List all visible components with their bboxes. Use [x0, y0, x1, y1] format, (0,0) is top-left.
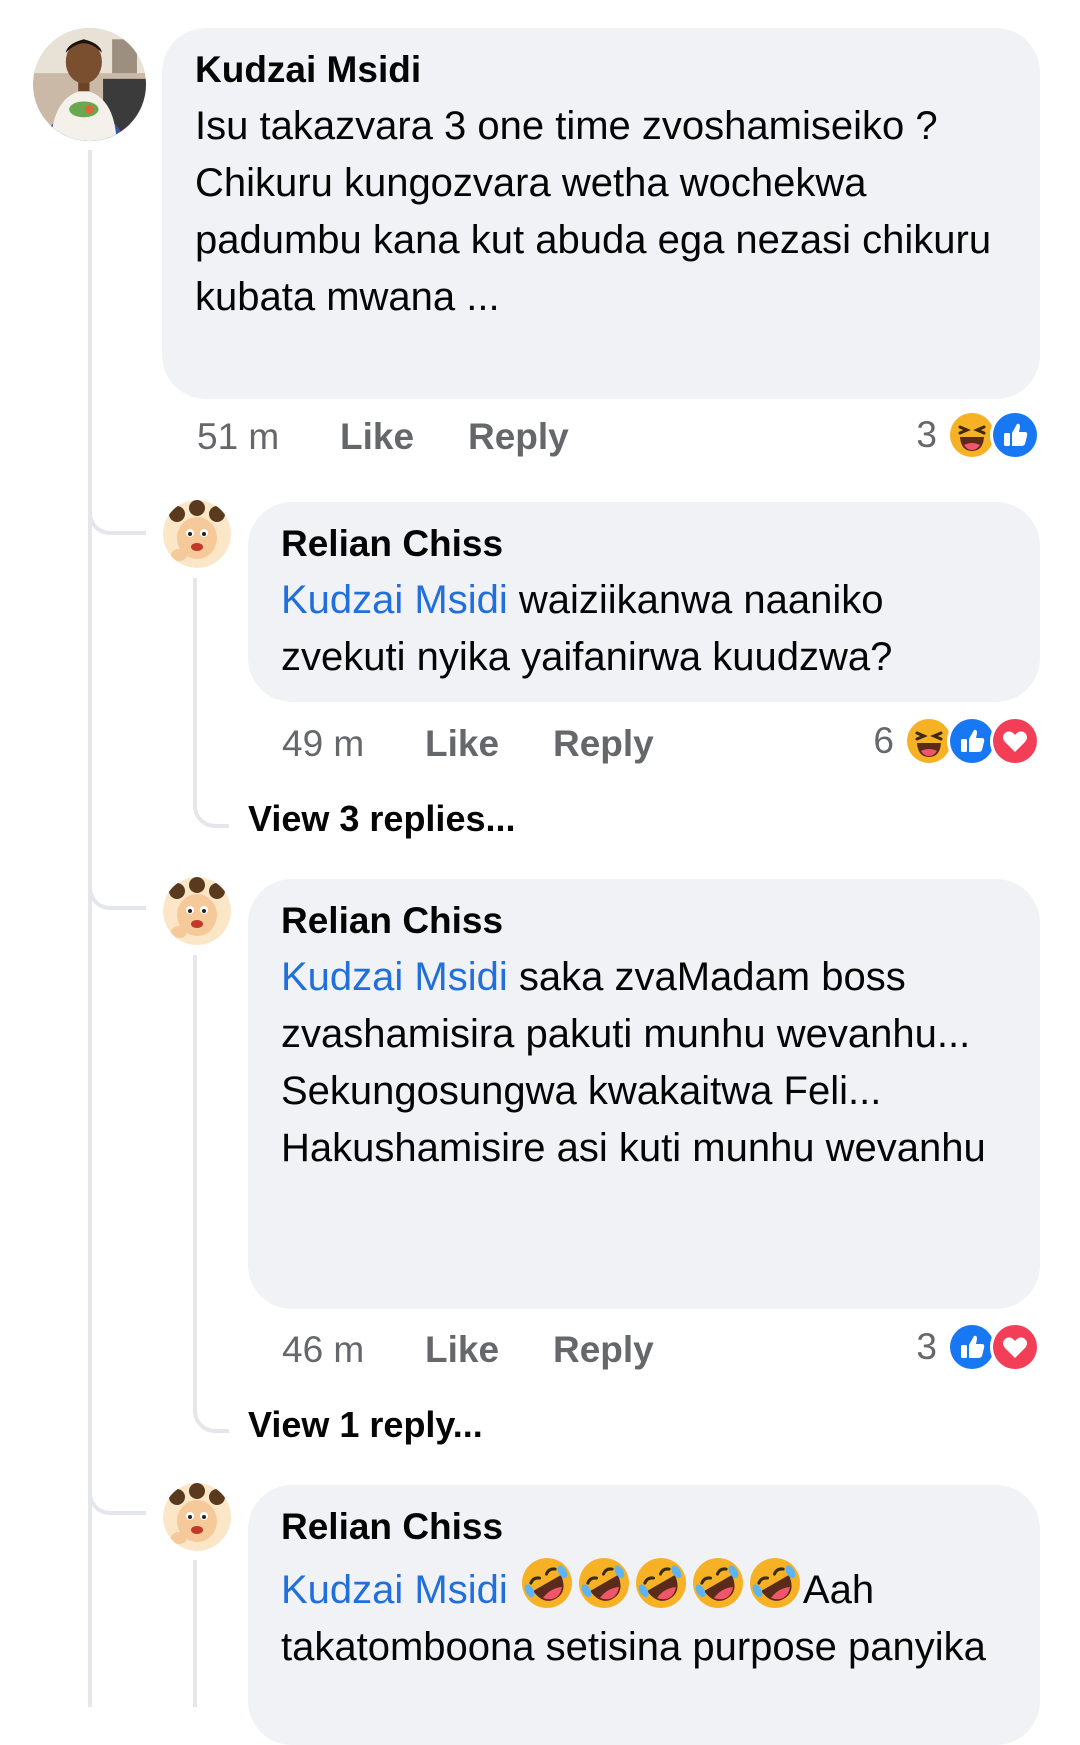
like-reaction-icon — [990, 410, 1040, 460]
like-button[interactable]: Like — [425, 1329, 553, 1371]
rolling-on-floor-laughing-icon — [635, 1558, 686, 1608]
reply-actions: 49 m Like Reply — [282, 719, 654, 769]
reply-author[interactable]: Relian Chiss — [281, 1505, 1006, 1549]
comment-actions: 51 m Like Reply — [197, 412, 569, 462]
reply-bubble: Relian Chiss Kudzai Msidi waiziikanwa na… — [248, 502, 1040, 702]
view-replies-link[interactable]: View 3 replies... — [248, 798, 516, 840]
thread-line-main — [88, 150, 92, 1707]
avatar[interactable] — [163, 1483, 231, 1551]
love-icon — [990, 1322, 1040, 1372]
mention-link[interactable]: Kudzai Msidi — [281, 1568, 508, 1612]
avatar[interactable] — [33, 28, 146, 141]
reply-text: Kudzai Msidi Aah takatomboona setisina p… — [281, 1555, 1006, 1676]
reaction-count: 6 — [873, 720, 894, 761]
emoji-run — [519, 1555, 803, 1611]
reaction-summary[interactable]: 3 — [916, 1322, 1040, 1372]
reaction-summary[interactable]: 6 — [873, 716, 1040, 766]
reply-author[interactable]: Relian Chiss — [281, 899, 1006, 943]
reaction-count: 3 — [916, 414, 937, 455]
rolling-on-floor-laughing-icon — [692, 1558, 743, 1608]
thread-connector — [88, 1475, 146, 1515]
reply-author[interactable]: Relian Chiss — [281, 522, 1006, 566]
rolling-on-floor-laughing-icon — [521, 1558, 572, 1608]
thread-connector — [88, 870, 146, 910]
mention-link[interactable]: Kudzai Msidi — [281, 578, 508, 622]
rolling-on-floor-laughing-icon — [749, 1558, 800, 1608]
mention-link[interactable]: Kudzai Msidi — [281, 955, 508, 999]
reaction-count: 3 — [916, 1326, 937, 1367]
reply-actions: 46 m Like Reply — [282, 1325, 654, 1375]
like-button[interactable]: Like — [340, 416, 468, 458]
rolling-on-floor-laughing-icon — [578, 1558, 629, 1608]
sub-thread-connector — [193, 578, 229, 828]
view-replies-link[interactable]: View 1 reply... — [248, 1404, 483, 1446]
reply-text: Kudzai Msidi saka zvaMadam boss zvashami… — [281, 949, 1006, 1177]
timestamp[interactable]: 46 m — [282, 1329, 425, 1371]
reaction-summary[interactable]: 3 — [916, 410, 1040, 460]
timestamp[interactable]: 51 m — [197, 416, 340, 458]
timestamp[interactable]: 49 m — [282, 723, 425, 765]
comment-bubble: Kudzai Msidi Isu takazvara 3 one time zv… — [162, 28, 1040, 399]
avatar[interactable] — [163, 500, 231, 568]
love-icon — [990, 716, 1040, 766]
reply-bubble: Relian Chiss Kudzai Msidi Aah takatomboo… — [248, 1485, 1040, 1745]
reply-bubble: Relian Chiss Kudzai Msidi saka zvaMadam … — [248, 879, 1040, 1309]
sub-thread-connector — [193, 955, 229, 1433]
comment-text: Isu takazvara 3 one time zvoshamiseiko ?… — [195, 104, 1003, 319]
reply-text: Kudzai Msidi waiziikanwa naaniko zvekuti… — [281, 572, 1006, 686]
comment-author[interactable]: Kudzai Msidi — [195, 48, 1006, 92]
avatar[interactable] — [163, 877, 231, 945]
thread-connector — [88, 495, 146, 535]
reply-button[interactable]: Reply — [553, 1329, 654, 1371]
sub-thread-line — [193, 1560, 197, 1707]
reply-button[interactable]: Reply — [468, 416, 569, 458]
reply-button[interactable]: Reply — [553, 723, 654, 765]
like-button[interactable]: Like — [425, 723, 553, 765]
